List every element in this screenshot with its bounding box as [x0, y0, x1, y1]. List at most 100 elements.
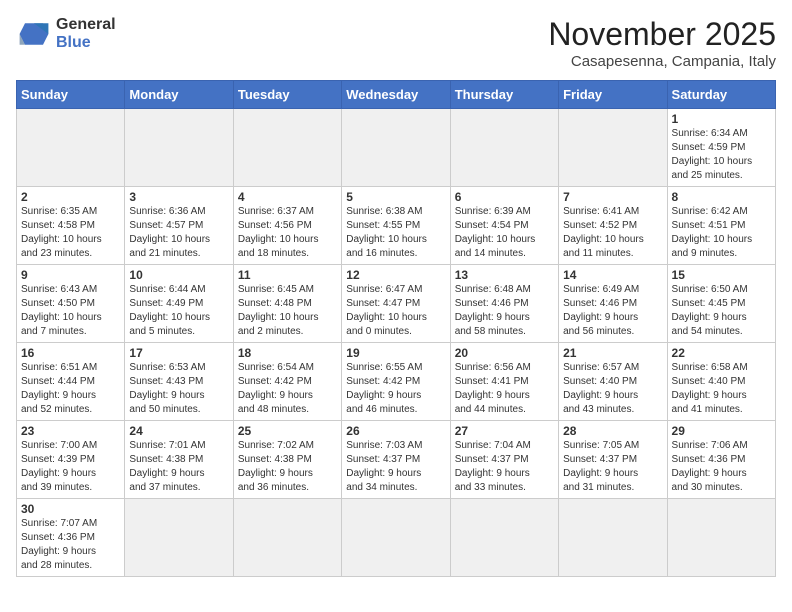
logo: General Blue	[16, 16, 116, 52]
day-info: Sunrise: 6:34 AM Sunset: 4:59 PM Dayligh…	[672, 127, 771, 183]
calendar-cell	[233, 109, 341, 187]
calendar-week-row: 1Sunrise: 6:34 AM Sunset: 4:59 PM Daylig…	[17, 109, 776, 187]
day-info: Sunrise: 6:42 AM Sunset: 4:51 PM Dayligh…	[672, 205, 771, 261]
title-container: November 2025 Casapesenna, Campania, Ita…	[548, 16, 776, 70]
calendar-cell: 9Sunrise: 6:43 AM Sunset: 4:50 PM Daylig…	[17, 265, 125, 343]
day-number: 14	[563, 268, 662, 282]
day-info: Sunrise: 6:47 AM Sunset: 4:47 PM Dayligh…	[346, 283, 445, 339]
calendar-week-row: 2Sunrise: 6:35 AM Sunset: 4:58 PM Daylig…	[17, 187, 776, 265]
calendar-cell: 27Sunrise: 7:04 AM Sunset: 4:37 PM Dayli…	[450, 421, 558, 499]
calendar-table: SundayMondayTuesdayWednesdayThursdayFrid…	[16, 80, 776, 577]
logo-text: General Blue	[56, 16, 116, 52]
calendar-cell: 14Sunrise: 6:49 AM Sunset: 4:46 PM Dayli…	[559, 265, 667, 343]
day-number: 29	[672, 424, 771, 438]
day-number: 18	[238, 346, 337, 360]
day-info: Sunrise: 6:56 AM Sunset: 4:41 PM Dayligh…	[455, 361, 554, 417]
day-info: Sunrise: 6:49 AM Sunset: 4:46 PM Dayligh…	[563, 283, 662, 339]
day-info: Sunrise: 6:38 AM Sunset: 4:55 PM Dayligh…	[346, 205, 445, 261]
calendar-cell: 11Sunrise: 6:45 AM Sunset: 4:48 PM Dayli…	[233, 265, 341, 343]
day-info: Sunrise: 6:48 AM Sunset: 4:46 PM Dayligh…	[455, 283, 554, 339]
day-number: 15	[672, 268, 771, 282]
day-number: 20	[455, 346, 554, 360]
day-number: 10	[129, 268, 228, 282]
calendar-cell: 2Sunrise: 6:35 AM Sunset: 4:58 PM Daylig…	[17, 187, 125, 265]
calendar-cell: 12Sunrise: 6:47 AM Sunset: 4:47 PM Dayli…	[342, 265, 450, 343]
day-info: Sunrise: 7:02 AM Sunset: 4:38 PM Dayligh…	[238, 439, 337, 495]
day-number: 4	[238, 190, 337, 204]
day-number: 21	[563, 346, 662, 360]
day-info: Sunrise: 7:07 AM Sunset: 4:36 PM Dayligh…	[21, 517, 120, 573]
calendar-header-thursday: Thursday	[450, 81, 558, 109]
calendar-cell: 1Sunrise: 6:34 AM Sunset: 4:59 PM Daylig…	[667, 109, 775, 187]
day-number: 9	[21, 268, 120, 282]
day-number: 27	[455, 424, 554, 438]
calendar-header-row: SundayMondayTuesdayWednesdayThursdayFrid…	[17, 81, 776, 109]
calendar-cell	[342, 499, 450, 577]
day-number: 11	[238, 268, 337, 282]
calendar-cell	[667, 499, 775, 577]
calendar-cell: 19Sunrise: 6:55 AM Sunset: 4:42 PM Dayli…	[342, 343, 450, 421]
calendar-cell: 20Sunrise: 6:56 AM Sunset: 4:41 PM Dayli…	[450, 343, 558, 421]
page-subtitle: Casapesenna, Campania, Italy	[548, 53, 776, 70]
day-number: 28	[563, 424, 662, 438]
day-info: Sunrise: 6:45 AM Sunset: 4:48 PM Dayligh…	[238, 283, 337, 339]
day-number: 7	[563, 190, 662, 204]
day-number: 26	[346, 424, 445, 438]
calendar-cell	[17, 109, 125, 187]
page-header: General Blue November 2025 Casapesenna, …	[16, 16, 776, 70]
calendar-week-row: 16Sunrise: 6:51 AM Sunset: 4:44 PM Dayli…	[17, 343, 776, 421]
calendar-cell: 21Sunrise: 6:57 AM Sunset: 4:40 PM Dayli…	[559, 343, 667, 421]
day-info: Sunrise: 6:55 AM Sunset: 4:42 PM Dayligh…	[346, 361, 445, 417]
calendar-header-monday: Monday	[125, 81, 233, 109]
day-info: Sunrise: 6:36 AM Sunset: 4:57 PM Dayligh…	[129, 205, 228, 261]
day-number: 6	[455, 190, 554, 204]
calendar-cell: 22Sunrise: 6:58 AM Sunset: 4:40 PM Dayli…	[667, 343, 775, 421]
calendar-cell	[125, 109, 233, 187]
logo-icon	[16, 16, 52, 52]
day-info: Sunrise: 6:35 AM Sunset: 4:58 PM Dayligh…	[21, 205, 120, 261]
day-info: Sunrise: 7:06 AM Sunset: 4:36 PM Dayligh…	[672, 439, 771, 495]
calendar-cell: 25Sunrise: 7:02 AM Sunset: 4:38 PM Dayli…	[233, 421, 341, 499]
calendar-header-sunday: Sunday	[17, 81, 125, 109]
day-number: 17	[129, 346, 228, 360]
day-number: 30	[21, 502, 120, 516]
calendar-header-tuesday: Tuesday	[233, 81, 341, 109]
day-info: Sunrise: 6:54 AM Sunset: 4:42 PM Dayligh…	[238, 361, 337, 417]
calendar-cell	[450, 109, 558, 187]
day-number: 25	[238, 424, 337, 438]
calendar-cell	[125, 499, 233, 577]
day-info: Sunrise: 7:05 AM Sunset: 4:37 PM Dayligh…	[563, 439, 662, 495]
page-title: November 2025	[548, 16, 776, 53]
calendar-cell	[559, 499, 667, 577]
day-number: 23	[21, 424, 120, 438]
day-info: Sunrise: 7:03 AM Sunset: 4:37 PM Dayligh…	[346, 439, 445, 495]
calendar-week-row: 9Sunrise: 6:43 AM Sunset: 4:50 PM Daylig…	[17, 265, 776, 343]
day-number: 13	[455, 268, 554, 282]
day-info: Sunrise: 6:37 AM Sunset: 4:56 PM Dayligh…	[238, 205, 337, 261]
calendar-cell: 18Sunrise: 6:54 AM Sunset: 4:42 PM Dayli…	[233, 343, 341, 421]
calendar-cell: 23Sunrise: 7:00 AM Sunset: 4:39 PM Dayli…	[17, 421, 125, 499]
day-info: Sunrise: 6:41 AM Sunset: 4:52 PM Dayligh…	[563, 205, 662, 261]
day-info: Sunrise: 7:01 AM Sunset: 4:38 PM Dayligh…	[129, 439, 228, 495]
day-number: 22	[672, 346, 771, 360]
calendar-cell	[233, 499, 341, 577]
day-number: 5	[346, 190, 445, 204]
day-info: Sunrise: 7:00 AM Sunset: 4:39 PM Dayligh…	[21, 439, 120, 495]
day-number: 1	[672, 112, 771, 126]
calendar-week-row: 23Sunrise: 7:00 AM Sunset: 4:39 PM Dayli…	[17, 421, 776, 499]
calendar-header-saturday: Saturday	[667, 81, 775, 109]
calendar-cell: 28Sunrise: 7:05 AM Sunset: 4:37 PM Dayli…	[559, 421, 667, 499]
calendar-cell: 16Sunrise: 6:51 AM Sunset: 4:44 PM Dayli…	[17, 343, 125, 421]
calendar-cell: 10Sunrise: 6:44 AM Sunset: 4:49 PM Dayli…	[125, 265, 233, 343]
calendar-cell: 30Sunrise: 7:07 AM Sunset: 4:36 PM Dayli…	[17, 499, 125, 577]
day-info: Sunrise: 6:57 AM Sunset: 4:40 PM Dayligh…	[563, 361, 662, 417]
calendar-header-friday: Friday	[559, 81, 667, 109]
calendar-cell: 29Sunrise: 7:06 AM Sunset: 4:36 PM Dayli…	[667, 421, 775, 499]
calendar-cell: 26Sunrise: 7:03 AM Sunset: 4:37 PM Dayli…	[342, 421, 450, 499]
day-info: Sunrise: 6:53 AM Sunset: 4:43 PM Dayligh…	[129, 361, 228, 417]
day-number: 16	[21, 346, 120, 360]
day-info: Sunrise: 6:50 AM Sunset: 4:45 PM Dayligh…	[672, 283, 771, 339]
calendar-cell: 24Sunrise: 7:01 AM Sunset: 4:38 PM Dayli…	[125, 421, 233, 499]
calendar-week-row: 30Sunrise: 7:07 AM Sunset: 4:36 PM Dayli…	[17, 499, 776, 577]
calendar-cell: 3Sunrise: 6:36 AM Sunset: 4:57 PM Daylig…	[125, 187, 233, 265]
